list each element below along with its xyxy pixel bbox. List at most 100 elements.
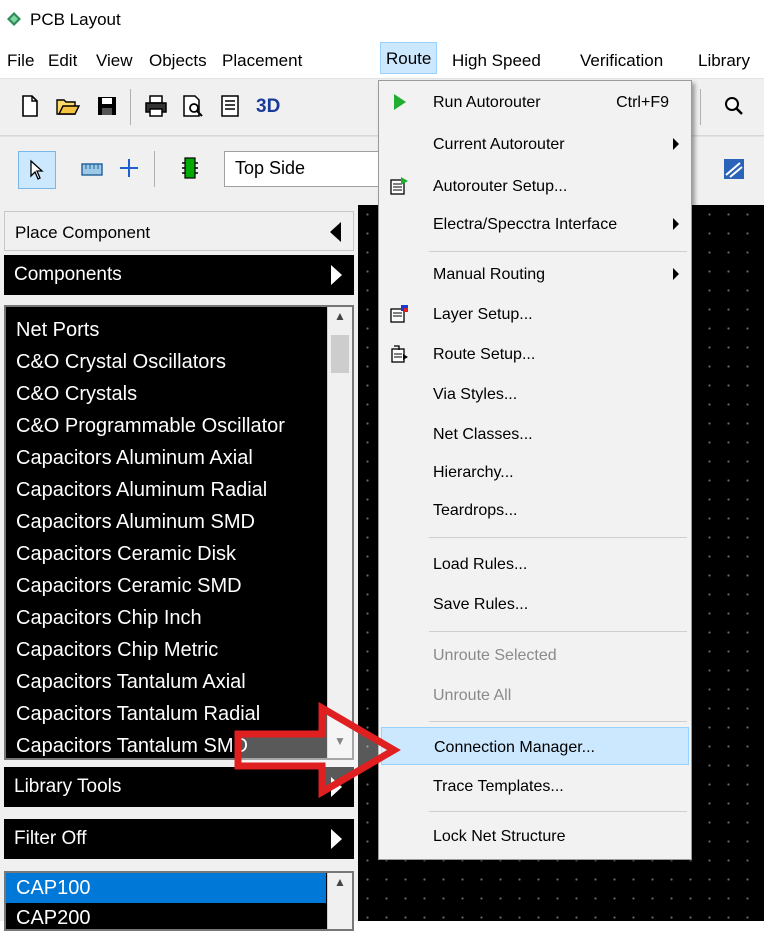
menu-separator [429, 251, 687, 252]
measure-icon[interactable] [80, 159, 106, 179]
components-list[interactable]: Net Ports C&O Crystal Oscillators C&O Crys… [4, 305, 354, 760]
save-icon[interactable] [96, 95, 118, 117]
place-component-header[interactable]: Place Component [4, 211, 354, 251]
menu-separator [429, 811, 687, 812]
menu-item-label: Electra/Specctra Interface [433, 216, 618, 233]
menu-route[interactable]: Route [380, 42, 438, 74]
toolbar-separator [130, 89, 131, 125]
menu-item-load-rules[interactable]: Load Rules... [381, 545, 689, 583]
menu-item-lock-net-structure[interactable]: Lock Net Structure [381, 817, 689, 855]
menu-edit[interactable]: Edit [48, 51, 77, 71]
view-3d-button[interactable]: 3D [256, 97, 280, 116]
menu-item-hierarchy[interactable]: Hierarchy... [381, 453, 689, 491]
menu-library[interactable]: Library [698, 51, 750, 71]
submenu-arrow-icon [673, 218, 679, 230]
print-icon[interactable] [144, 94, 168, 118]
menu-bar: File Edit View Objects Placement Route H… [0, 40, 764, 76]
scroll-up-icon[interactable]: ▲ [328, 309, 352, 331]
title-bar: PCB Layout [0, 0, 764, 40]
menu-verification[interactable]: Verification [580, 51, 663, 71]
pointer-icon [30, 159, 44, 180]
menu-item-autorouter-setup[interactable]: Autorouter Setup... [381, 167, 689, 205]
left-panel: Place Component Components Net Ports C&O … [0, 205, 358, 931]
menu-item-via-styles[interactable]: Via Styles... [381, 375, 689, 413]
parts-list-items: CAP100 CAP200 [6, 873, 352, 929]
expand-right-icon[interactable] [331, 829, 342, 849]
menu-separator [429, 721, 687, 722]
list-scrollbar[interactable]: ▲ ▼ [327, 307, 352, 758]
components-header[interactable]: Components [4, 255, 354, 295]
list-item[interactable]: Capacitors Aluminum SMD [6, 507, 352, 539]
list-item[interactable]: Capacitors Aluminum Radial [6, 475, 352, 507]
menu-item-connection-manager[interactable]: Connection Manager... [381, 727, 689, 765]
menu-item-label: Load Rules... [433, 556, 528, 573]
window-title: PCB Layout [30, 10, 121, 29]
list-item[interactable]: CAP200 [6, 903, 352, 929]
filter-header[interactable]: Filter Off [4, 819, 354, 859]
scroll-thumb[interactable] [331, 335, 349, 373]
menu-item-unroute-selected[interactable]: Unroute Selected [381, 636, 689, 674]
list-item[interactable]: CAP100 [6, 873, 326, 903]
route-setup-icon [391, 345, 408, 363]
list-item[interactable]: C&O Programmable Oscillator [6, 411, 352, 443]
layer-setup-icon [390, 305, 408, 323]
submenu-arrow-icon [673, 268, 679, 280]
menu-item-net-classes[interactable]: Net Classes... [381, 415, 689, 453]
new-file-icon[interactable] [20, 94, 40, 118]
menu-high-speed[interactable]: High Speed [452, 51, 541, 71]
run-play-icon [394, 94, 406, 110]
menu-item-layer-setup[interactable]: Layer Setup... [381, 295, 689, 333]
menu-item-current-autorouter[interactable]: Current Autorouter [381, 125, 689, 163]
pcb-app-icon [7, 12, 21, 26]
crosshair-icon[interactable] [118, 157, 140, 179]
menu-separator [429, 631, 687, 632]
list-item[interactable]: Capacitors Ceramic Disk [6, 539, 352, 571]
list-item[interactable]: Capacitors Tantalum Axial [6, 667, 352, 699]
expand-right-icon[interactable] [331, 265, 342, 285]
menu-item-route-setup[interactable]: Route Setup... [381, 335, 689, 373]
menu-item-label: Net Classes... [433, 426, 533, 443]
list-item[interactable]: Capacitors Chip Inch [6, 603, 352, 635]
menu-item-label: Save Rules... [433, 596, 529, 613]
menu-item-save-rules[interactable]: Save Rules... [381, 585, 689, 623]
print-preview-icon[interactable] [181, 94, 205, 118]
menu-item-unroute-all[interactable]: Unroute All [381, 676, 689, 714]
list-item[interactable]: Capacitors Chip Metric [6, 635, 352, 667]
layer-icon[interactable] [722, 157, 746, 181]
menu-item-manual-routing[interactable]: Manual Routing [381, 255, 689, 293]
open-folder-icon[interactable] [55, 94, 81, 118]
select-tool-button[interactable] [18, 151, 56, 189]
menu-item-teardrops[interactable]: Teardrops... [381, 491, 689, 529]
list-item[interactable]: C&O Crystals [6, 379, 352, 411]
library-tools-label: Library Tools [14, 776, 122, 797]
menu-placement[interactable]: Placement [222, 51, 302, 71]
menu-item-label: Unroute All [433, 687, 512, 704]
menu-view[interactable]: View [96, 51, 133, 71]
report-icon[interactable] [219, 94, 241, 118]
route-dropdown-menu: Run Autorouter Ctrl+F9 Current Autoroute… [378, 80, 692, 860]
list-item[interactable]: Capacitors Ceramic SMD [6, 571, 352, 603]
menu-file[interactable]: File [7, 51, 34, 71]
component-icon[interactable] [182, 155, 198, 181]
menu-item-label: Lock Net Structure [433, 828, 566, 845]
board-side-select[interactable]: Top Side [224, 151, 384, 187]
scroll-up-icon[interactable]: ▲ [328, 875, 352, 897]
list-item[interactable]: Net Ports [6, 315, 352, 347]
menu-item-label: Run Autorouter [433, 94, 541, 111]
components-list-items: Net Ports C&O Crystal Oscillators C&O Crys… [6, 307, 352, 758]
parts-list[interactable]: CAP100 CAP200 ▲ [4, 871, 354, 931]
zoom-icon[interactable] [722, 94, 746, 118]
menu-item-label: Manual Routing [433, 266, 546, 283]
list-item[interactable]: Capacitors Aluminum Axial [6, 443, 352, 475]
menu-objects[interactable]: Objects [149, 51, 207, 71]
menu-item-electra-interface[interactable]: Electra/Specctra Interface [381, 205, 689, 243]
menu-item-trace-templates[interactable]: Trace Templates... [381, 767, 689, 805]
menu-item-label: Hierarchy... [433, 464, 514, 481]
list-item[interactable]: C&O Crystal Oscillators [6, 347, 352, 379]
menu-item-run-autorouter[interactable]: Run Autorouter Ctrl+F9 [381, 83, 689, 121]
collapse-left-icon[interactable] [330, 222, 341, 242]
toolbar-separator [700, 89, 701, 125]
menu-item-label: Unroute Selected [433, 647, 557, 664]
menu-item-label: Route Setup... [433, 346, 536, 363]
menu-item-label: Autorouter Setup... [433, 178, 568, 195]
